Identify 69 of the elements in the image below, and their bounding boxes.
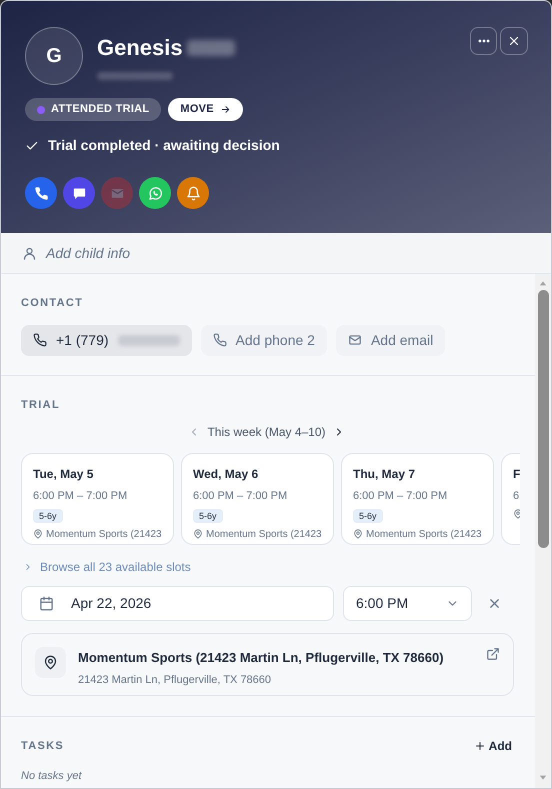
status-note: Trial completed · awaiting decision <box>48 136 280 155</box>
message-button[interactable] <box>63 177 95 209</box>
close-icon <box>487 596 502 611</box>
scroll-down-icon <box>537 774 549 782</box>
contact-name: Genesis <box>97 34 183 62</box>
call-button[interactable] <box>25 177 57 209</box>
scroll-up-icon <box>537 279 549 287</box>
whatsapp-icon <box>148 186 162 200</box>
pin-icon <box>43 655 58 670</box>
open-external-button[interactable] <box>486 647 500 661</box>
phone-button[interactable]: Add phone 2 <box>200 324 327 356</box>
status-label: ATTENDED TRIAL <box>51 102 150 118</box>
slot-card[interactable]: Tue, May 5 6:00 PM – 7:00 PM 5-6y Momentum Sports (21423 <box>21 453 174 545</box>
avatar: G <box>25 27 83 85</box>
more-button[interactable] <box>470 27 497 55</box>
phone-icon <box>34 186 48 200</box>
slot-location: Momentum Sports (21423 <box>366 528 482 542</box>
slot-time: 6 <box>513 489 520 504</box>
phone-icon <box>212 333 227 347</box>
pin-icon <box>353 529 363 539</box>
arrow-right-icon <box>220 104 231 115</box>
date-field[interactable]: Apr 22, 2026 <box>21 586 334 621</box>
section-heading: TASKS <box>21 738 64 754</box>
slot-day: Wed, May 6 <box>193 465 322 483</box>
envelope-icon <box>348 333 362 347</box>
close-icon <box>507 34 521 48</box>
pin-icon <box>193 529 203 539</box>
slot-time: 6:00 PM – 7:00 PM <box>33 489 128 504</box>
plus-icon <box>474 740 486 752</box>
location-address: 21423 Martin Ln, Pflugerville, TX 78660 <box>78 672 272 688</box>
person-icon <box>22 246 37 260</box>
add-child-info-link[interactable]: Add child info <box>46 242 130 264</box>
calendar-icon <box>39 596 54 611</box>
slot-location: Momentum Sports (21423 <box>206 528 322 542</box>
phone-icon <box>33 333 47 347</box>
bell-icon <box>186 186 200 200</box>
slot-card[interactable]: Thu, May 7 6:00 PM – 7:00 PM 5-6y Momentum Sports (21423 <box>341 453 494 545</box>
slot-card[interactable]: Wed, May 6 6:00 PM – 7:00 PM 5-6y Momentum Sports (21423 <box>181 453 334 545</box>
age-tag: 5-6y <box>193 508 223 522</box>
slot-location: Momentum Sports (21423 <box>46 528 162 542</box>
time-dropdown[interactable]: 6:00 PM <box>343 586 472 621</box>
slot-day: Tue, May 5 <box>33 465 162 483</box>
empty-tasks-text: No tasks yet <box>21 769 83 784</box>
add-email-button[interactable]: Add email <box>336 324 446 356</box>
redacted-text <box>118 334 180 346</box>
pin-icon <box>513 508 520 518</box>
slot-day: Thu, May 7 <box>353 465 482 483</box>
whatsapp-button[interactable] <box>139 177 171 209</box>
slot-card[interactable]: F 6 <box>501 453 520 545</box>
slot-time: 6:00 PM – 7:00 PM <box>353 489 448 504</box>
external-link-icon <box>486 647 500 661</box>
add-task-button[interactable]: Add <box>474 737 512 755</box>
pin-icon <box>33 529 43 539</box>
section-heading: TRIAL <box>21 398 61 412</box>
close-button[interactable] <box>500 27 528 55</box>
age-tag: 5-6y <box>353 508 383 522</box>
redacted-text <box>186 40 235 56</box>
chat-bubble-icon <box>72 186 86 200</box>
location-name: Momentum Sports (21423 Martin Ln, Pflugerville, TX 78660) <box>78 649 444 667</box>
slot-day: F <box>513 465 520 483</box>
phone-button[interactable]: +1 (779) <box>21 324 192 356</box>
age-tag: 5-6y <box>33 508 63 522</box>
reminder-button[interactable] <box>177 177 209 209</box>
move-button[interactable]: MOVE <box>168 98 243 121</box>
scrollbar-thumb[interactable] <box>538 290 548 548</box>
section-heading: CONTACT <box>21 296 84 311</box>
week-label: This week (May 4–10) <box>207 424 326 441</box>
clear-button[interactable] <box>487 596 502 611</box>
slot-time: 6:00 PM – 7:00 PM <box>193 489 288 504</box>
